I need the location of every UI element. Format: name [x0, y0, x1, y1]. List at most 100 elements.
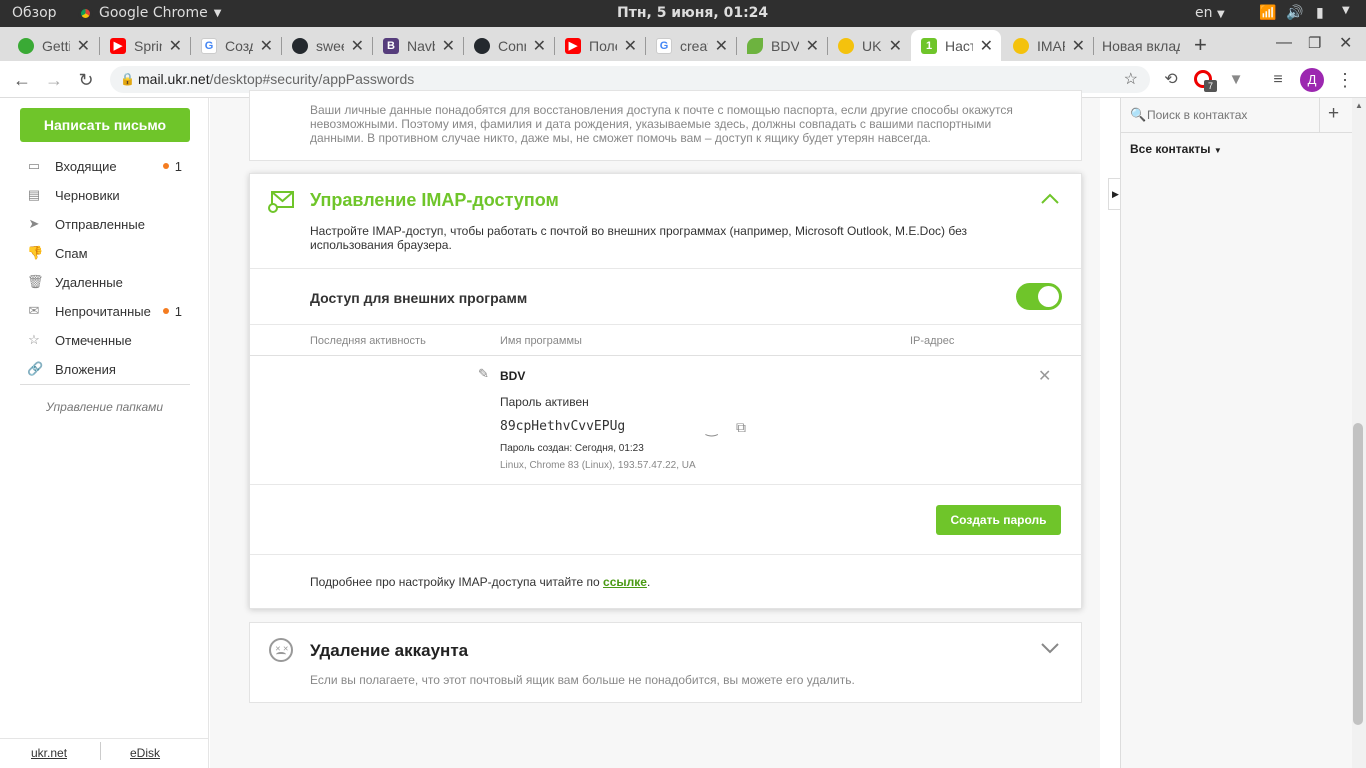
- google-icon: G: [656, 37, 672, 54]
- volume-icon[interactable]: 🔊: [1286, 5, 1303, 21]
- tab[interactable]: G Создание ✕: [191, 30, 281, 61]
- folder-sent[interactable]: ➤ Отправленные: [27, 214, 187, 234]
- manage-folders-link[interactable]: Управление папками: [46, 400, 163, 414]
- forward-icon[interactable]: →: [42, 68, 66, 92]
- tab[interactable]: B Navbar ✕: [373, 30, 463, 61]
- password-status: Пароль активен: [500, 395, 589, 409]
- tab[interactable]: IMAP ✕: [1003, 30, 1093, 61]
- close-tab-icon[interactable]: ✕: [442, 36, 455, 56]
- ukrnet-link[interactable]: ukr.net: [31, 746, 67, 760]
- unread-dot: [163, 308, 169, 314]
- close-tab-icon[interactable]: ✕: [889, 36, 902, 56]
- create-password-button[interactable]: Создать пароль: [936, 505, 1061, 535]
- contacts-search-input[interactable]: [1147, 104, 1317, 126]
- folder-label: Черновики: [55, 187, 120, 203]
- back-icon[interactable]: ←: [10, 68, 34, 92]
- close-tab-icon[interactable]: ✕: [260, 36, 273, 56]
- compose-button[interactable]: Написать письмо: [20, 108, 190, 142]
- address-bar[interactable]: 🔒 mail.ukr.net/desktop#security/appPassw…: [110, 66, 1150, 93]
- folder-trash[interactable]: 🗑 Удаленные: [27, 272, 187, 292]
- reload-icon[interactable]: ↻: [74, 68, 98, 92]
- github-icon: [292, 37, 308, 54]
- close-tab-icon[interactable]: ✕: [806, 36, 819, 56]
- bookmark-star-icon[interactable]: ☆: [1124, 66, 1138, 93]
- chrome-icon: [78, 5, 93, 21]
- tab-label: Navbar: [407, 37, 435, 54]
- all-contacts-dropdown[interactable]: Все контакты ▼: [1130, 142, 1222, 156]
- tab[interactable]: ▶ Spring ✕: [100, 30, 190, 61]
- tab[interactable]: BDV ✕: [737, 30, 827, 61]
- tab[interactable]: sweetalert ✕: [282, 30, 372, 61]
- delete-account-card: ✕ ✕ Удаление аккаунта Если вы полагаете,…: [249, 622, 1082, 703]
- maximize-icon[interactable]: ❐: [1308, 34, 1321, 52]
- delete-account-description: Если вы полагаете, что этот почтовый ящи…: [310, 673, 855, 687]
- close-tab-icon[interactable]: ✕: [351, 36, 364, 56]
- clock[interactable]: Птн, 5 июня, 01:24: [617, 5, 768, 21]
- github-icon: [474, 37, 490, 54]
- tab-label: BDV: [771, 37, 799, 54]
- more-info-link[interactable]: ссылке: [603, 575, 647, 589]
- media-control-icon[interactable]: ≡: [1266, 68, 1290, 92]
- close-tab-icon[interactable]: ✕: [715, 36, 728, 56]
- folder-inbox[interactable]: ▭ Входящие 1: [27, 156, 187, 176]
- star-icon: ☆: [28, 332, 40, 347]
- folder-count: 1: [174, 303, 182, 319]
- sad-face-icon: ✕ ✕: [269, 638, 293, 662]
- url-path: /desktop#security/appPasswords: [209, 71, 415, 87]
- caret-down-icon[interactable]: ▼: [1342, 5, 1350, 16]
- app-password[interactable]: 89cpHethvCvvEPUg: [500, 419, 625, 434]
- inbox-icon: ▭: [27, 158, 41, 173]
- sync-extension-icon[interactable]: ⟲: [1159, 68, 1183, 92]
- column-program-name: Имя программы: [500, 335, 582, 347]
- expand-chevron-down-icon[interactable]: [1040, 641, 1060, 658]
- folder-unread[interactable]: ✉ Непрочитанные 1: [27, 301, 187, 321]
- edisk-link[interactable]: eDisk: [130, 746, 160, 760]
- close-tab-icon[interactable]: ✕: [77, 36, 90, 56]
- imap-mail-settings-icon: [268, 191, 294, 213]
- remove-app-close-icon[interactable]: ✕: [1038, 366, 1051, 386]
- close-tab-icon[interactable]: ✕: [980, 36, 993, 56]
- folder-attachments[interactable]: 🔗 Вложения: [27, 359, 187, 379]
- folder-drafts[interactable]: ▤ Черновики: [27, 185, 187, 205]
- tab[interactable]: UKR.NET ✕: [828, 30, 910, 61]
- all-contacts-label: Все контакты: [1130, 142, 1211, 156]
- language-indicator[interactable]: en ▼: [1195, 5, 1225, 21]
- edit-pencil-icon[interactable]: ✎: [478, 366, 489, 382]
- folder-count: 1: [174, 158, 182, 174]
- close-tab-icon[interactable]: ✕: [1072, 36, 1085, 56]
- vivaldi-extension-icon[interactable]: ▼: [1224, 68, 1248, 92]
- close-tab-icon[interactable]: ✕: [533, 36, 546, 56]
- new-tab-button[interactable]: +: [1194, 32, 1207, 58]
- scrollbar-thumb[interactable]: [1353, 423, 1363, 725]
- battery-icon[interactable]: ▮: [1316, 5, 1324, 21]
- app-name: BDV: [500, 369, 526, 383]
- folder-spam[interactable]: 👎 Спам: [27, 243, 187, 263]
- passport-card: Ваши личные данные понадобятся для восст…: [249, 90, 1082, 161]
- tab[interactable]: Getting ✕: [8, 30, 98, 61]
- wifi-icon[interactable]: 📶: [1259, 5, 1276, 21]
- external-access-toggle[interactable]: [1016, 283, 1062, 310]
- close-window-icon[interactable]: ✕: [1339, 33, 1352, 53]
- activities-button[interactable]: Обзор: [12, 5, 57, 21]
- avatar[interactable]: Д: [1300, 68, 1324, 92]
- tab[interactable]: Gcreate ✕: [646, 30, 736, 61]
- scroll-up-icon[interactable]: ▲: [1355, 101, 1363, 110]
- tab[interactable]: ▶ Полезное ✕: [555, 30, 645, 61]
- folder-starred[interactable]: ☆ Отмеченные: [27, 330, 187, 350]
- add-contact-plus-icon[interactable]: +: [1328, 103, 1339, 125]
- app-menu[interactable]: Google Chrome ▼: [78, 5, 221, 21]
- menu-dots-icon[interactable]: ⋮: [1333, 68, 1357, 92]
- tab[interactable]: Connect ✕: [464, 30, 554, 61]
- collapse-chevron-up-icon[interactable]: [1040, 188, 1060, 211]
- minimize-icon[interactable]: —: [1276, 34, 1292, 52]
- close-tab-icon[interactable]: ✕: [624, 36, 637, 56]
- unread-dot: [163, 163, 169, 169]
- folder-label: Вложения: [55, 361, 116, 377]
- copy-icon[interactable]: ⧉: [736, 419, 746, 436]
- tab[interactable]: Новая вкладка: [1094, 30, 1180, 61]
- trash-icon: 🗑: [27, 274, 44, 289]
- search-icon: 🔍: [1130, 107, 1147, 122]
- tab-active[interactable]: 1 Настройки ✕: [911, 30, 1001, 61]
- hide-password-icon[interactable]: ‿: [706, 420, 717, 437]
- close-tab-icon[interactable]: ✕: [169, 36, 182, 56]
